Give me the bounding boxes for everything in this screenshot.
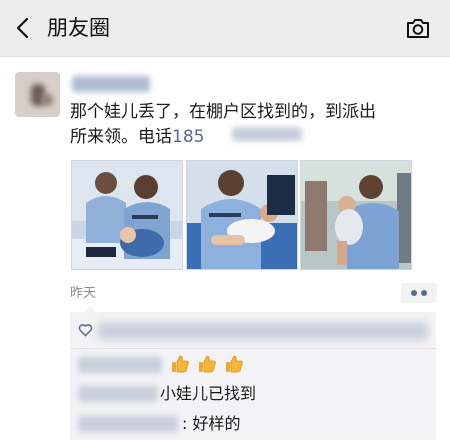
likes-divider [70, 348, 436, 349]
comment-item[interactable] [78, 353, 428, 377]
author-name-blurred[interactable] [72, 76, 150, 92]
comment-text: : 好样的 [182, 414, 241, 433]
post-text-line1: 那个娃儿丢了，在棚户区找到的，到派出 [70, 102, 376, 122]
likes-list-blurred[interactable] [98, 322, 428, 340]
phone-number[interactable]: 185 [172, 127, 204, 147]
header-divider [0, 56, 450, 57]
thumbs-up-icon [199, 355, 216, 373]
comment-item[interactable]: : 好样的 [78, 412, 428, 436]
heart-outline-icon [78, 324, 93, 337]
camera-icon[interactable] [404, 14, 432, 42]
commenter-name-blurred[interactable] [78, 357, 162, 373]
avatar[interactable] [15, 72, 60, 117]
post-time: 昨天 [70, 286, 97, 301]
post-text-line2-prefix: 所来领。电话 [70, 127, 172, 147]
phone-number-blurred [232, 127, 302, 141]
commenter-name-blurred[interactable] [78, 416, 178, 432]
post-text: 那个娃儿丢了，在棚户区找到的，到派出 所来领。电话185 [70, 100, 440, 150]
comment-item[interactable]: 小娃儿已找到 [78, 382, 428, 406]
commenter-name-blurred[interactable] [78, 386, 158, 402]
thumbs-up-icon [172, 355, 189, 373]
thumbs-up-icon [226, 355, 243, 373]
chevron-left-icon[interactable] [10, 14, 38, 42]
more-dots-icon[interactable] [401, 283, 437, 303]
interactions-panel: 小娃儿已找到 : 好样的 [70, 306, 436, 440]
post-photo-2[interactable] [186, 160, 298, 270]
post-photo-1[interactable] [71, 160, 183, 270]
post-photo-3[interactable] [300, 160, 412, 270]
comment-text: 小娃儿已找到 [160, 384, 257, 403]
page-title: 朋友圈 [47, 16, 110, 40]
top-bar: 朋友圈 [0, 0, 450, 56]
thumbs-up-emoji-group [170, 354, 246, 374]
